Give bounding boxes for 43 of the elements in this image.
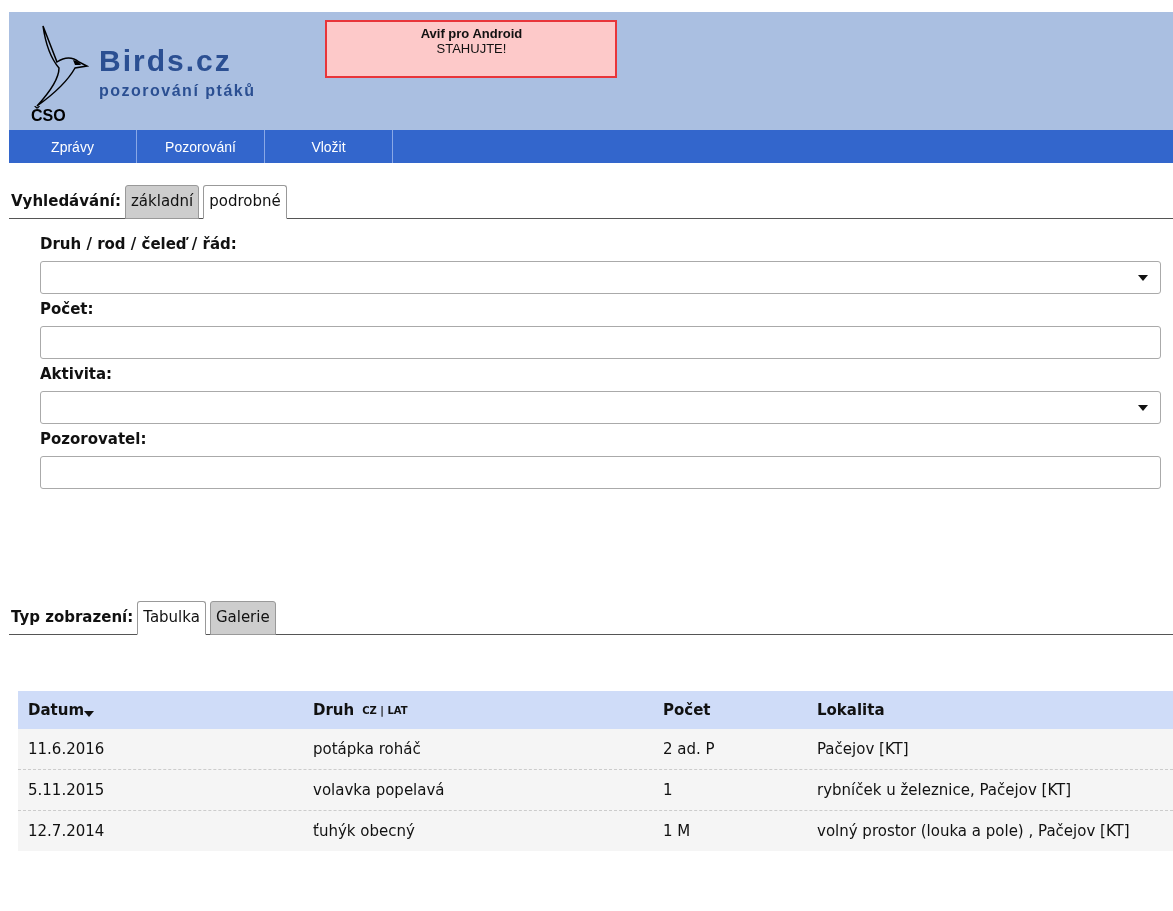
select-field[interactable] — [40, 261, 1161, 294]
tab[interactable]: Galerie — [209, 601, 276, 635]
column-header[interactable]: Datum — [28, 701, 85, 719]
nav-item[interactable]: Pozorování — [137, 130, 265, 163]
table-cell-text: 2 ad. P — [663, 740, 716, 758]
table-cell-text: rybníček u železnice, Pačejov [KT] — [817, 781, 1073, 799]
site-subtitle: pozorování ptáků — [99, 82, 256, 100]
table-cell-text: volavka popelavá — [313, 781, 446, 799]
column-header[interactable]: Druh — [313, 701, 355, 719]
field-label: Aktivita: — [40, 365, 114, 383]
nav-item[interactable]: Vložit — [265, 130, 393, 163]
table-cell-text: 11.6.2016 — [28, 740, 106, 758]
column-header[interactable]: Počet — [663, 701, 711, 719]
caret-icon — [1138, 404, 1148, 411]
table-cell-text: potápka roháč — [313, 740, 422, 758]
field-label: Počet: — [40, 300, 95, 318]
input-field[interactable] — [40, 326, 1161, 359]
language-toggle[interactable]: CZ | LAT — [362, 704, 408, 716]
table-cell-text: volný prostor (louka a pole) , Pačejov [KT] — [817, 822, 1131, 840]
field-label: Druh / rod / čeleď / řád: — [40, 235, 238, 253]
logo-text: ČSO — [31, 107, 66, 125]
tabs-label: Vyhledávání: — [10, 192, 122, 212]
tabs-label: Typ zobrazení: — [10, 608, 135, 628]
app-banner[interactable]: Avif pro Android STAHUJTE! — [325, 20, 618, 78]
tab[interactable]: Tabulka — [137, 601, 206, 635]
tab[interactable]: základní — [124, 185, 200, 219]
input-field[interactable] — [40, 456, 1161, 489]
table-cell-text: 1 M — [663, 822, 692, 840]
caret-icon — [1138, 274, 1148, 281]
table-cell-text: Pačejov [KT] — [817, 740, 910, 758]
field-label: Pozorovatel: — [40, 430, 148, 448]
site-title[interactable]: Birds.cz — [99, 44, 256, 78]
nav-item[interactable]: Zprávy — [9, 130, 137, 163]
select-field[interactable] — [40, 391, 1161, 424]
table-cell-text: 1 — [663, 781, 674, 799]
sort-icon — [84, 711, 95, 717]
banner-title: Avif pro Android — [420, 26, 523, 41]
table-cell-text: ťuhýk obecný — [313, 822, 416, 840]
tab[interactable]: podrobné — [203, 185, 287, 219]
table-cell-text: 12.7.2014 — [28, 822, 106, 840]
column-header[interactable]: Lokalita — [817, 701, 885, 719]
table-cell-text: 5.11.2015 — [28, 781, 106, 799]
banner-subtitle: STAHUJTE! — [436, 41, 507, 56]
